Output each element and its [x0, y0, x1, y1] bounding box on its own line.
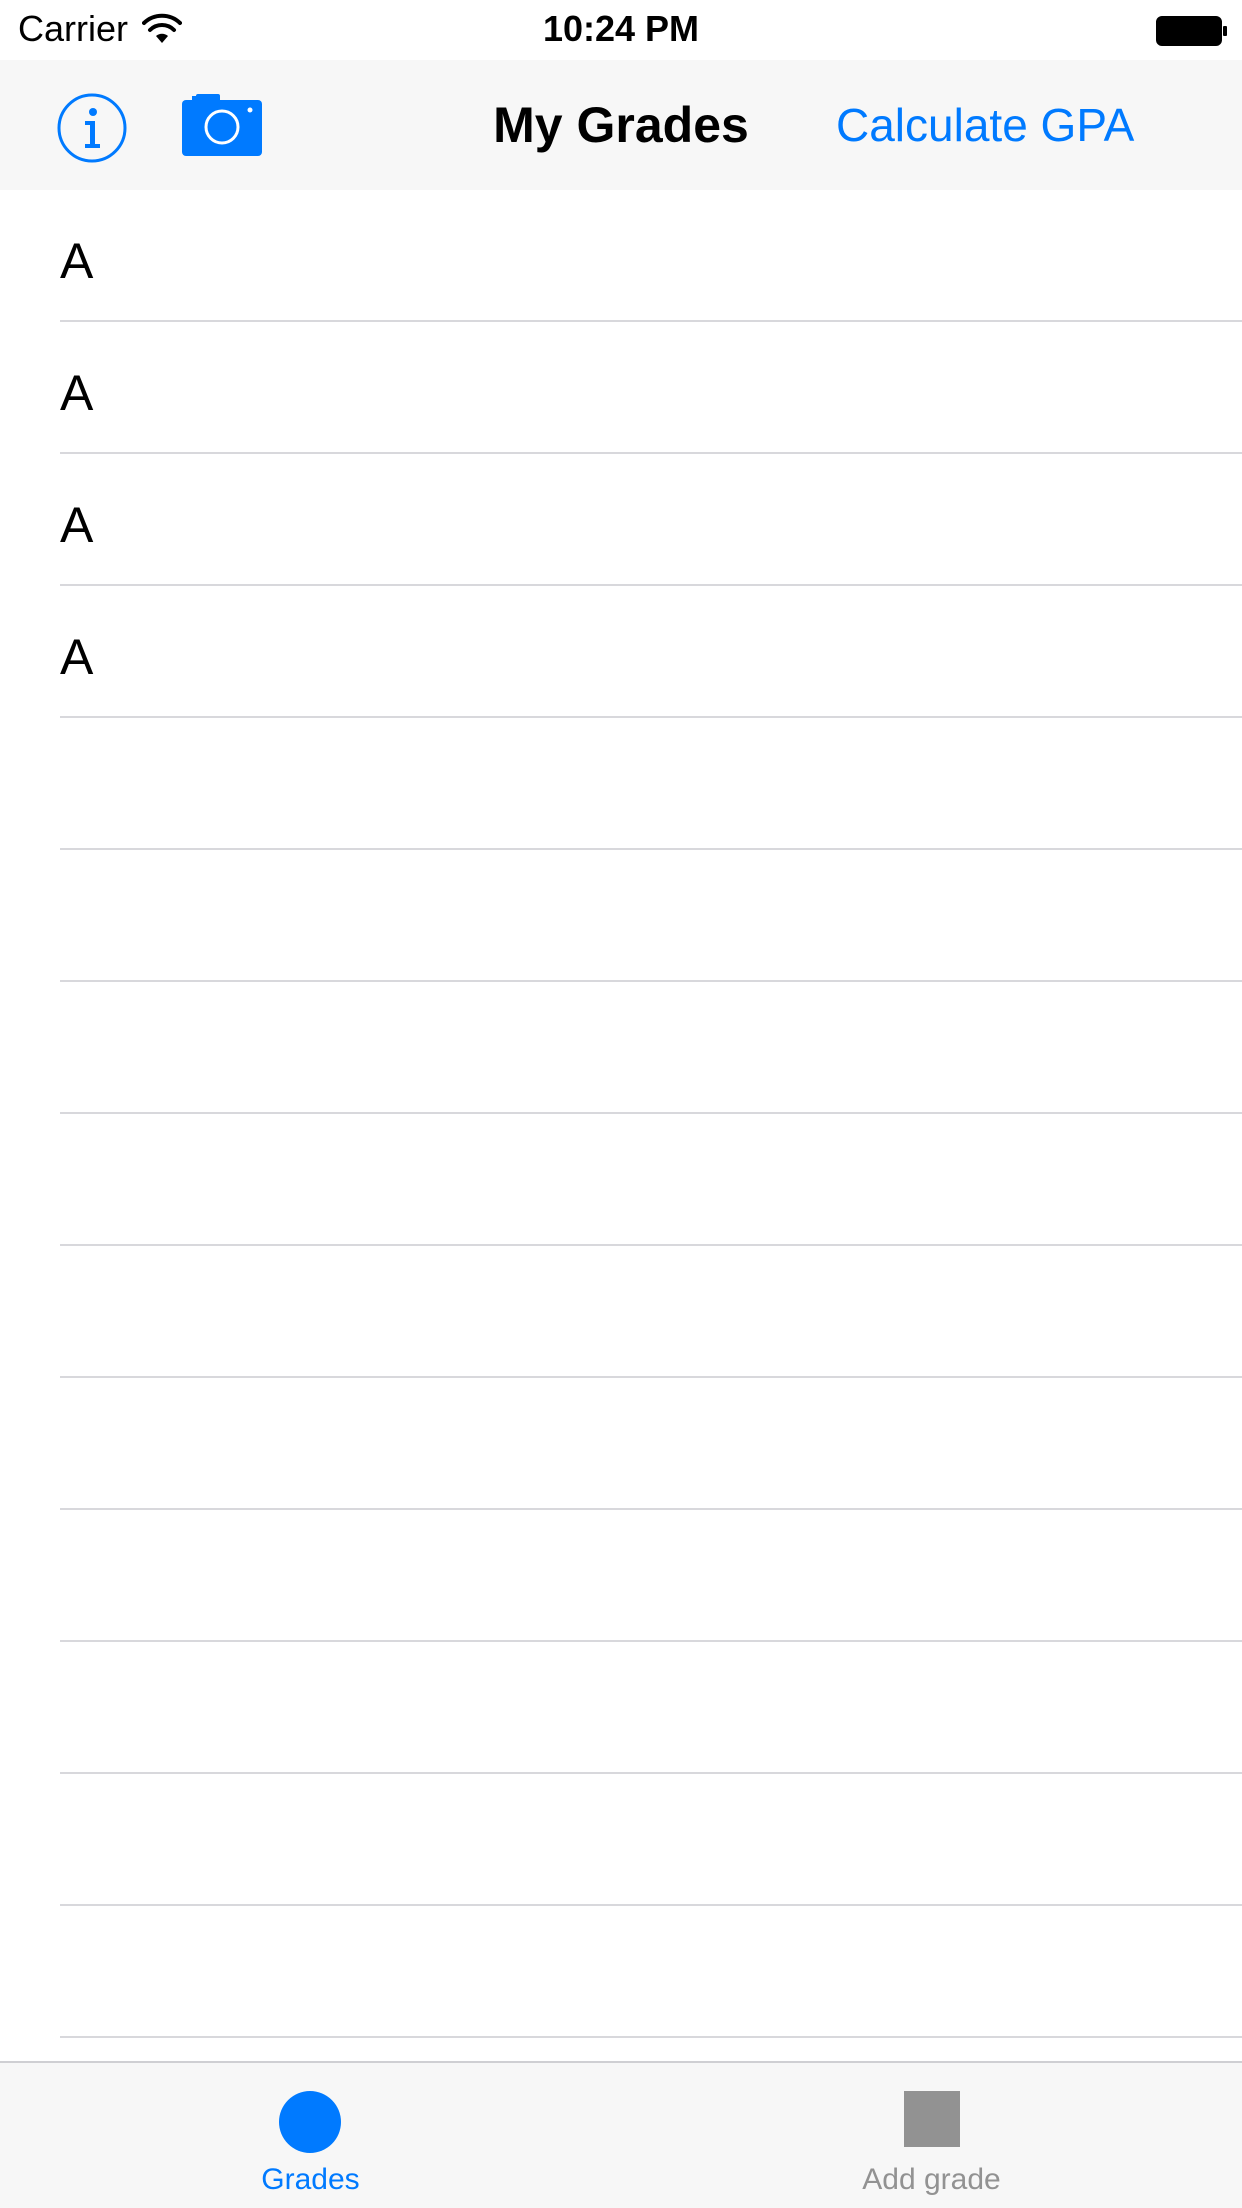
tab-grades-label: Grades: [261, 2163, 360, 2196]
status-bar: Carrier 10:24 PM: [0, 0, 1242, 60]
tab-grades[interactable]: Grades: [0, 2063, 621, 2208]
table-row-empty: [0, 1246, 1242, 1378]
table-row-empty: [0, 1642, 1242, 1774]
table-row[interactable]: A: [0, 322, 1242, 454]
table-row-empty: [0, 1906, 1242, 2038]
grade-label: A: [60, 497, 94, 553]
table-row[interactable]: A: [0, 454, 1242, 586]
tab-bar: Grades Add grade: [0, 2061, 1242, 2208]
table-row-empty: [0, 982, 1242, 1114]
tab-add-grade-label: Add grade: [862, 2163, 1001, 2196]
calculate-gpa-button[interactable]: Calculate GPA: [836, 98, 1134, 152]
table-row[interactable]: A: [0, 586, 1242, 718]
table-row-empty: [0, 1774, 1242, 1906]
table-row-empty: [0, 1114, 1242, 1246]
table-row[interactable]: A: [0, 190, 1242, 322]
screen: Carrier 10:24 PM My Grades Calculate GPA…: [0, 0, 1242, 2208]
grade-label: A: [60, 365, 94, 421]
table-row-empty: [0, 850, 1242, 982]
tab-add-grade[interactable]: Add grade: [621, 2063, 1242, 2208]
grades-table[interactable]: A A A A: [0, 190, 1242, 2061]
table-row-empty: [0, 1378, 1242, 1510]
circle-icon: [279, 2091, 341, 2153]
battery-full-icon: [1156, 16, 1227, 46]
grade-label: A: [60, 233, 94, 289]
square-icon: [904, 2091, 960, 2147]
table-row-empty: [0, 2038, 1242, 2061]
grade-label: A: [60, 629, 94, 685]
info-circle-icon[interactable]: [56, 92, 128, 164]
page-title: My Grades: [493, 97, 749, 153]
status-time: 10:24 PM: [542, 8, 700, 49]
table-row-empty: [0, 718, 1242, 850]
table-row-empty: [0, 1510, 1242, 1642]
camera-icon[interactable]: [182, 92, 262, 156]
navigation-bar: My Grades Calculate GPA: [0, 60, 1242, 190]
